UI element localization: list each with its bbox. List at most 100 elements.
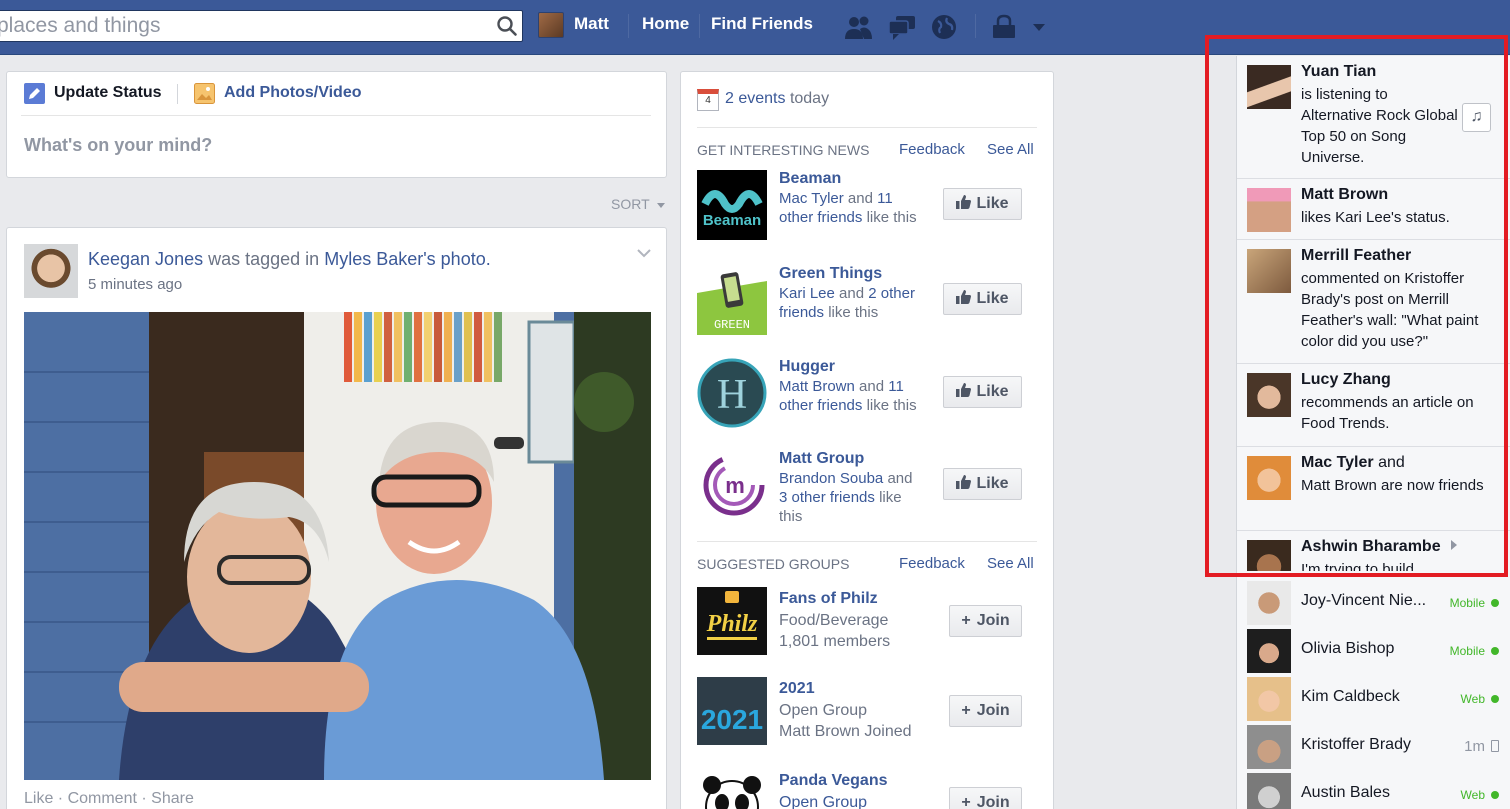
ticker-actor-name[interactable]: Ashwin Bharambe: [1301, 538, 1441, 555]
privacy-lock-icon[interactable]: [990, 13, 1020, 41]
join-group-button[interactable]: + Join: [949, 787, 1022, 809]
page-name[interactable]: Hugger: [779, 358, 835, 376]
contact-status: 1m: [1464, 738, 1499, 755]
like-page-button[interactable]: Like: [943, 468, 1022, 500]
friend-link[interactable]: Mac Tyler: [779, 190, 844, 207]
ticker-story[interactable]: Lucy Zhang recommends an article on Food…: [1237, 364, 1510, 447]
ticker-avatar[interactable]: [1247, 249, 1291, 293]
contact-name: Joy-Vincent Nie...: [1301, 592, 1427, 609]
search-icon[interactable]: [496, 15, 518, 37]
join-group-button[interactable]: + Join: [949, 605, 1022, 637]
friend-requests-icon[interactable]: [843, 13, 873, 41]
like-this-text: like this: [866, 397, 917, 414]
news-feedback-link[interactable]: Feedback: [899, 141, 965, 158]
friend-link[interactable]: Kari Lee: [779, 285, 835, 302]
ticker-actor-name[interactable]: Mac Tyler: [1301, 454, 1374, 471]
ticker-actor-name[interactable]: Merrill Feather: [1301, 247, 1411, 265]
groups-feedback-link[interactable]: Feedback: [899, 555, 965, 572]
music-note-icon[interactable]: ♫: [1462, 103, 1491, 132]
chat-contact[interactable]: Olivia Bishop Mobile: [1237, 627, 1510, 675]
home-link[interactable]: Home: [642, 14, 689, 34]
green-things-logo[interactable]: GREEN: [697, 265, 767, 335]
sort-dropdown[interactable]: SORT: [611, 196, 665, 212]
page-name[interactable]: Matt Group: [779, 450, 864, 468]
and-text: and: [839, 285, 865, 302]
group-name[interactable]: Fans of Philz: [779, 590, 878, 608]
find-friends-link[interactable]: Find Friends: [711, 14, 813, 34]
green-things-logo-icon: GREEN: [697, 272, 767, 335]
update-status-tab[interactable]: Update Status: [54, 84, 162, 102]
story-photo[interactable]: [24, 312, 651, 780]
story-author-avatar[interactable]: [24, 244, 78, 298]
story-actor-link[interactable]: Keegan Jones: [88, 249, 203, 269]
search-placeholder: places and things: [0, 14, 161, 37]
like-this-text: like this: [866, 209, 917, 226]
groups-see-all-link[interactable]: See All: [987, 555, 1034, 572]
thumbs-up-icon: [956, 290, 972, 304]
other-friends-link[interactable]: 3 other friends: [779, 489, 875, 506]
group-suggestion: Panda Vegans Open Group + Join: [697, 769, 1037, 809]
group-name[interactable]: 2021: [779, 680, 815, 698]
ticker-story[interactable]: Ashwin Bharambe I'm trying to build: [1237, 531, 1510, 571]
status-input[interactable]: What's on your mind?: [24, 135, 212, 156]
nav-divider: [628, 14, 629, 38]
right-column-card: 4 2 events today GET INTERESTING NEWS Fe…: [680, 71, 1054, 809]
ticker-avatar[interactable]: [1247, 188, 1291, 232]
contact-avatar: [1247, 629, 1291, 673]
like-page-button[interactable]: Like: [943, 283, 1022, 315]
story-object-link[interactable]: Myles Baker's photo.: [324, 249, 491, 269]
notifications-globe-icon[interactable]: [929, 13, 959, 41]
philz-logo[interactable]: Philz: [697, 587, 767, 655]
contact-status: Web: [1461, 788, 1499, 802]
hugger-logo[interactable]: H: [697, 358, 767, 428]
friend-link[interactable]: Brandon Souba: [779, 470, 883, 487]
messages-icon[interactable]: [887, 13, 917, 41]
profile-link[interactable]: Matt: [574, 14, 609, 34]
ticker-actor-name[interactable]: Lucy Zhang: [1301, 371, 1391, 389]
online-dot-icon: [1491, 599, 1499, 607]
join-group-button[interactable]: + Join: [949, 695, 1022, 727]
search-input[interactable]: places and things: [0, 10, 523, 42]
like-page-button[interactable]: Like: [943, 376, 1022, 408]
story-actions[interactable]: Like · Comment · Share: [24, 790, 194, 808]
page-name[interactable]: Beaman: [779, 170, 841, 188]
like-this-text: like this: [828, 304, 879, 321]
panda-vegans-logo[interactable]: [697, 769, 767, 809]
chat-contact[interactable]: Joy-Vincent Nie... Mobile: [1237, 579, 1510, 627]
like-page-button[interactable]: Like: [943, 188, 1022, 220]
ticker-story[interactable]: Matt Brown likes Kari Lee's status.: [1237, 179, 1510, 240]
thumbs-up-icon: [956, 475, 972, 489]
chat-contact[interactable]: Kim Caldbeck Web: [1237, 675, 1510, 723]
add-photos-video-tab[interactable]: Add Photos/Video: [224, 84, 361, 102]
chat-contact[interactable]: Kristoffer Brady 1m: [1237, 723, 1510, 771]
beaman-logo[interactable]: Beaman: [697, 170, 767, 240]
friend-link[interactable]: Matt Brown: [779, 378, 855, 395]
events-link[interactable]: 2 events: [725, 90, 785, 107]
ticker-story[interactable]: Yuan Tian is listening to Alternative Ro…: [1237, 56, 1510, 179]
ticker-story-text: I'm trying to build: [1301, 561, 1414, 571]
news-see-all-link[interactable]: See All: [987, 141, 1034, 158]
group-joined-by: Matt Brown Joined: [779, 723, 912, 740]
ticker-story[interactable]: Mac Tyler and Matt Brown are now friends: [1237, 447, 1510, 531]
page-name[interactable]: Green Things: [779, 265, 882, 283]
activity-ticker[interactable]: Yuan Tian is listening to Alternative Ro…: [1236, 56, 1510, 571]
ticker-avatar[interactable]: [1247, 540, 1291, 571]
calendar-day: 4: [705, 95, 711, 106]
ticker-avatar[interactable]: [1247, 456, 1291, 500]
ticker-avatar[interactable]: [1247, 65, 1291, 109]
plus-icon: +: [961, 702, 971, 719]
ticker-actor-name[interactable]: Yuan Tian: [1301, 63, 1376, 81]
chat-contact[interactable]: Austin Bales Web: [1237, 771, 1510, 809]
story-options-chevron-icon[interactable]: [637, 248, 651, 258]
ticker-actor-name[interactable]: Matt Brown: [1301, 186, 1388, 204]
matt-group-logo[interactable]: m: [697, 450, 767, 520]
ticker-avatar[interactable]: [1247, 373, 1291, 417]
user-avatar[interactable]: [538, 12, 564, 38]
story-timestamp[interactable]: 5 minutes ago: [88, 276, 182, 293]
group-2021-logo[interactable]: 2021: [697, 677, 767, 745]
ticker-story[interactable]: Merrill Feather commented on Kristoffer …: [1237, 240, 1510, 364]
ticker-story-text: commented on Kristoffer Brady's post on …: [1301, 270, 1479, 350]
account-chevron-down-icon[interactable]: [1027, 13, 1051, 41]
group-name[interactable]: Panda Vegans: [779, 772, 888, 790]
group-suggestion: Philz Fans of Philz Food/Beverage 1,801 …: [697, 587, 1037, 667]
